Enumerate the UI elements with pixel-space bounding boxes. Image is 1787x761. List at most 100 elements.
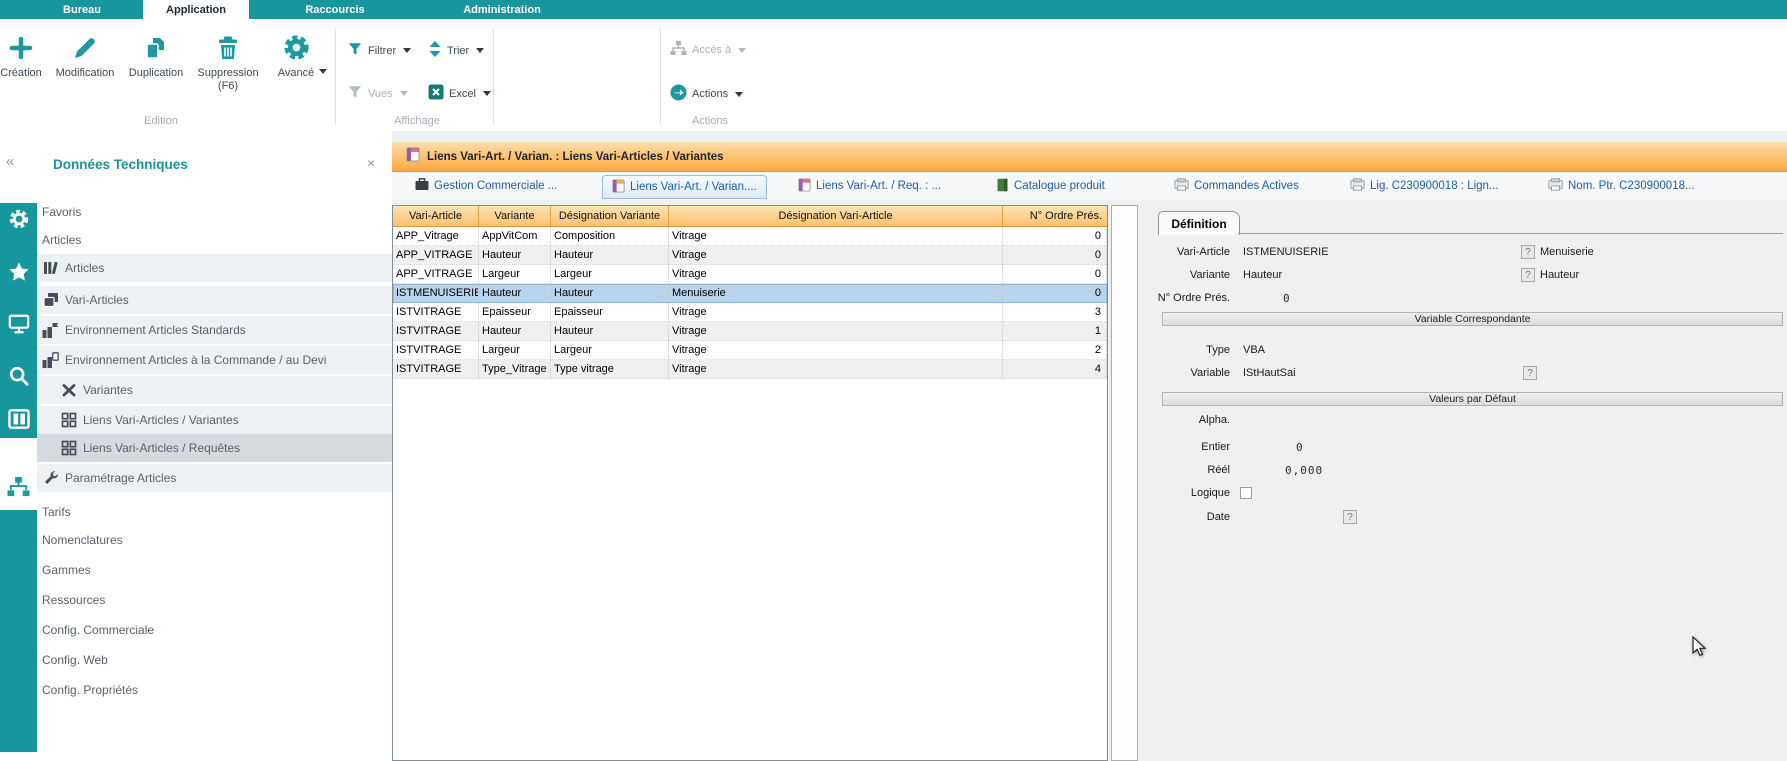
ordre-pres-field[interactable]: 0 bbox=[1283, 292, 1291, 305]
ribbon-tab-raccourcis[interactable]: Raccourcis bbox=[283, 0, 387, 19]
grid-links-icon bbox=[60, 412, 77, 428]
vari-article-help-button[interactable]: ? bbox=[1521, 245, 1535, 259]
trier-dropdown-arrow-icon[interactable] bbox=[476, 48, 484, 53]
sidebar-item-config-proprietes[interactable]: Config. Propriétés bbox=[37, 676, 397, 704]
sidebar-item-gammes[interactable]: Gammes bbox=[37, 556, 397, 584]
type-field[interactable]: VBA bbox=[1243, 344, 1265, 356]
avance-button[interactable]: Avancé bbox=[268, 27, 324, 121]
star-icon[interactable] bbox=[7, 260, 30, 283]
modification-button[interactable]: Modification bbox=[52, 27, 118, 121]
reel-label: Réél bbox=[1140, 464, 1230, 476]
sidebar-close-icon[interactable]: × bbox=[367, 155, 375, 171]
trier-button[interactable]: Trier bbox=[428, 41, 484, 60]
avance-dropdown-arrow-icon[interactable] bbox=[319, 69, 327, 74]
table-row[interactable]: ISTVITRAGEType_VitrageType vitrageVitrag… bbox=[393, 360, 1107, 379]
variante-field[interactable]: Hauteur bbox=[1243, 269, 1282, 281]
sidebar-item-liens-vari-articles-variantes[interactable]: Liens Vari-Articles / Variantes bbox=[37, 406, 392, 434]
column-header-designation-vari-article[interactable]: Désignation Vari-Article bbox=[669, 206, 1003, 226]
entier-field[interactable]: 0 bbox=[1296, 441, 1304, 454]
vues-button[interactable]: Vues bbox=[347, 84, 408, 103]
table-row[interactable]: ISTVITRAGELargeurLargeurVitrage2 bbox=[393, 341, 1107, 360]
logique-checkbox[interactable] bbox=[1240, 487, 1252, 499]
date-label: Date bbox=[1140, 511, 1230, 523]
ribbon-tab-bureau[interactable]: Bureau bbox=[27, 0, 137, 19]
document-title-bar: Liens Vari-Art. / Varian. : Liens Vari-A… bbox=[392, 142, 1787, 172]
wheel-icon[interactable] bbox=[7, 207, 30, 230]
vari-articles-icon bbox=[42, 292, 59, 308]
excel-button[interactable]: Excel bbox=[428, 84, 491, 103]
sidebar-item-articles[interactable]: Articles bbox=[37, 254, 392, 282]
sidebar-item-config-commerciale[interactable]: Config. Commerciale bbox=[37, 616, 397, 644]
sidebar-item-favoris[interactable]: Favoris bbox=[37, 198, 397, 226]
actions-button[interactable]: Actions bbox=[670, 84, 743, 104]
date-help-button[interactable]: ? bbox=[1343, 510, 1357, 524]
sidebar-item-ressources[interactable]: Ressources bbox=[37, 586, 397, 614]
printer-icon bbox=[1174, 178, 1189, 194]
column-header-ordre-pres[interactable]: N° Ordre Prés. bbox=[1003, 206, 1107, 226]
monitor-icon[interactable] bbox=[7, 312, 30, 335]
table-row[interactable]: ISTVITRAGEHauteurHauteurVitrage1 bbox=[393, 322, 1107, 341]
document-title: Liens Vari-Art. / Varian. : Liens Vari-A… bbox=[427, 151, 724, 163]
filtrer-dropdown-arrow-icon[interactable] bbox=[403, 48, 411, 53]
table-row[interactable]: APP_VITRAGELargeurLargeurVitrage0 bbox=[393, 265, 1107, 284]
sidebar-item-nomenclatures[interactable]: Nomenclatures bbox=[37, 526, 397, 554]
vari-article-desc: Menuiserie bbox=[1540, 246, 1594, 258]
sidebar-item-env-articles-commande[interactable]: Environnement Articles à la Commande / a… bbox=[37, 346, 392, 374]
sidebar-item-vari-articles[interactable]: Vari-Articles bbox=[37, 286, 392, 314]
variante-help-button[interactable]: ? bbox=[1521, 268, 1535, 282]
actions-dropdown-arrow-icon[interactable] bbox=[735, 92, 743, 97]
ribbon-tab-application[interactable]: Application bbox=[143, 0, 249, 19]
sidebar-item-parametrage-articles[interactable]: Paramétrage Articles bbox=[37, 464, 392, 492]
books-icon bbox=[42, 260, 59, 276]
variante-label: Variante bbox=[1140, 269, 1230, 281]
search-icon[interactable] bbox=[7, 364, 30, 387]
acces-dropdown-arrow-icon bbox=[738, 48, 746, 53]
group-label-affichage: Affichage bbox=[372, 115, 462, 127]
definition-panel: Définition Vari-Article ISTMENUISERIE ? … bbox=[1140, 200, 1787, 761]
doc-tab-lig-c230900018[interactable]: Lig. C230900018 : Lign... bbox=[1350, 174, 1499, 198]
variable-field[interactable]: IStHautSai bbox=[1243, 367, 1296, 379]
sort-icon bbox=[428, 41, 442, 60]
table-row[interactable]: APP_VITRAGEHauteurHauteurVitrage0 bbox=[393, 246, 1107, 265]
toolbar: Création Modification Duplication Suppre… bbox=[0, 19, 1787, 132]
sidebar-item-env-articles-standards[interactable]: Environnement Articles Standards bbox=[37, 316, 392, 344]
suppression-button[interactable]: Suppression(F6) bbox=[192, 27, 264, 121]
columns-icon[interactable] bbox=[7, 407, 30, 430]
sidebar-item-tarifs[interactable]: Tarifs bbox=[37, 498, 397, 526]
tab-definition[interactable]: Définition bbox=[1158, 211, 1240, 235]
rail-segment bbox=[0, 510, 37, 752]
duplication-button[interactable]: Duplication bbox=[122, 27, 190, 121]
ribbon-tab-administration[interactable]: Administration bbox=[437, 0, 567, 19]
vertical-scrollbar[interactable] bbox=[1111, 205, 1138, 761]
sidebar-collapse-button[interactable]: « bbox=[6, 153, 14, 170]
excel-dropdown-arrow-icon[interactable] bbox=[483, 91, 491, 96]
vari-article-field[interactable]: ISTMENUISERIE bbox=[1243, 246, 1329, 258]
printer-icon bbox=[1548, 178, 1563, 194]
column-header-variante[interactable]: Variante bbox=[479, 206, 551, 226]
table-row-selected[interactable]: ISTMENUISERIEHauteurHauteurMenuiserie0 bbox=[393, 284, 1107, 303]
acces-a-button[interactable]: Accès à bbox=[670, 41, 746, 59]
orgchart-icon bbox=[670, 41, 687, 59]
sidebar-item-articles-section[interactable]: Articles bbox=[37, 226, 397, 254]
column-header-vari-article[interactable]: Vari-Article bbox=[393, 206, 479, 226]
filtrer-button[interactable]: Filtrer bbox=[347, 41, 411, 60]
doc-tab-liens-vari-art-varian[interactable]: Liens Vari-Art. / Varian.... bbox=[602, 175, 767, 199]
sidebar-item-variantes[interactable]: Variantes bbox=[37, 376, 392, 404]
sidebar-item-config-web[interactable]: Config. Web bbox=[37, 646, 397, 674]
column-header-designation-variante[interactable]: Désignation Variante bbox=[551, 206, 669, 226]
gear-icon bbox=[283, 27, 310, 61]
hierarchy-icon[interactable] bbox=[7, 475, 30, 498]
table-row[interactable]: APP_VitrageAppVitComCompositionVitrage0 bbox=[393, 227, 1107, 246]
vues-dropdown-arrow-icon bbox=[400, 91, 408, 96]
notebook-icon bbox=[798, 178, 811, 195]
variable-help-button[interactable]: ? bbox=[1523, 366, 1537, 380]
doc-tab-gestion-commerciale[interactable]: Gestion Commerciale ... bbox=[415, 174, 557, 198]
table-row[interactable]: ISTVITRAGEEpaisseurEpaisseurVitrage3 bbox=[393, 303, 1107, 322]
creation-button[interactable]: Création bbox=[0, 27, 46, 121]
doc-tab-commandes-actives[interactable]: Commandes Actives bbox=[1174, 174, 1299, 198]
doc-tab-liens-vari-art-req[interactable]: Liens Vari-Art. / Req. : ... bbox=[798, 174, 941, 198]
doc-tab-catalogue-produit[interactable]: Catalogue produit bbox=[996, 174, 1105, 198]
doc-tab-nom-ptr-c230900018[interactable]: Nom. Ptr. C230900018... bbox=[1548, 174, 1695, 198]
sidebar-item-liens-vari-articles-requetes[interactable]: Liens Vari-Articles / Requêtes bbox=[37, 434, 415, 462]
reel-field[interactable]: 0,000 bbox=[1285, 464, 1323, 477]
